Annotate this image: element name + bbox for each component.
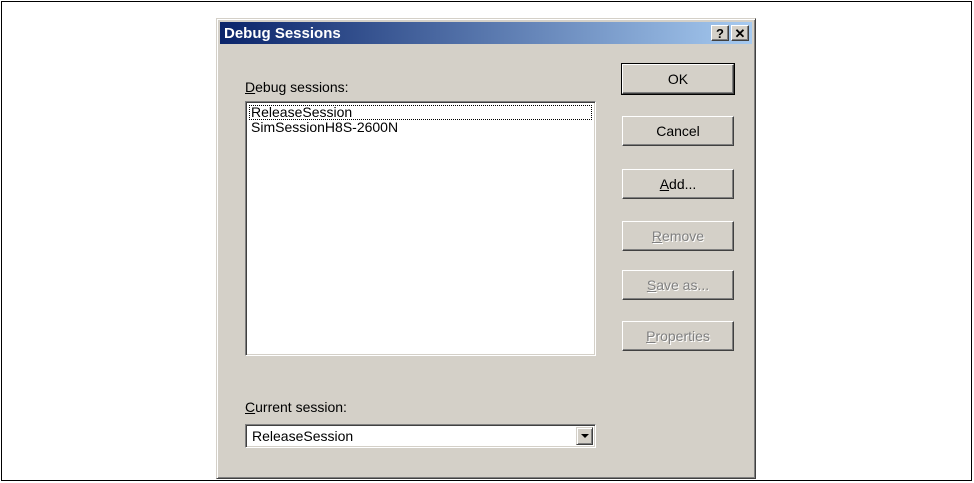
- list-item[interactable]: SimSessionH8S-2600N: [249, 120, 592, 135]
- debug-sessions-list[interactable]: ReleaseSession SimSessionH8S-2600N: [245, 101, 596, 356]
- remove-button[interactable]: Remove: [622, 221, 734, 251]
- list-item[interactable]: ReleaseSession: [249, 105, 592, 120]
- dialog-title: Debug Sessions: [224, 24, 341, 42]
- properties-button[interactable]: Properties: [622, 321, 734, 351]
- dropdown-button[interactable]: [576, 427, 593, 445]
- save-as-button[interactable]: Save as...: [622, 270, 734, 300]
- title-bar[interactable]: Debug Sessions ? ✕: [220, 22, 752, 44]
- debug-sessions-label: Debug sessions:: [245, 79, 349, 95]
- current-session-dropdown[interactable]: ReleaseSession: [245, 424, 596, 448]
- ok-button[interactable]: OK: [621, 63, 735, 95]
- current-session-value: ReleaseSession: [252, 428, 354, 444]
- current-session-label: Current session:: [245, 399, 347, 415]
- close-button[interactable]: ✕: [731, 25, 749, 41]
- add-button[interactable]: Add...: [622, 169, 734, 199]
- chevron-down-icon: [581, 434, 589, 438]
- help-button[interactable]: ?: [711, 25, 729, 41]
- cancel-button[interactable]: Cancel: [622, 116, 734, 146]
- debug-sessions-dialog: Debug Sessions ? ✕ Debug sessions: Relea…: [216, 18, 756, 479]
- close-icon: ✕: [734, 25, 746, 41]
